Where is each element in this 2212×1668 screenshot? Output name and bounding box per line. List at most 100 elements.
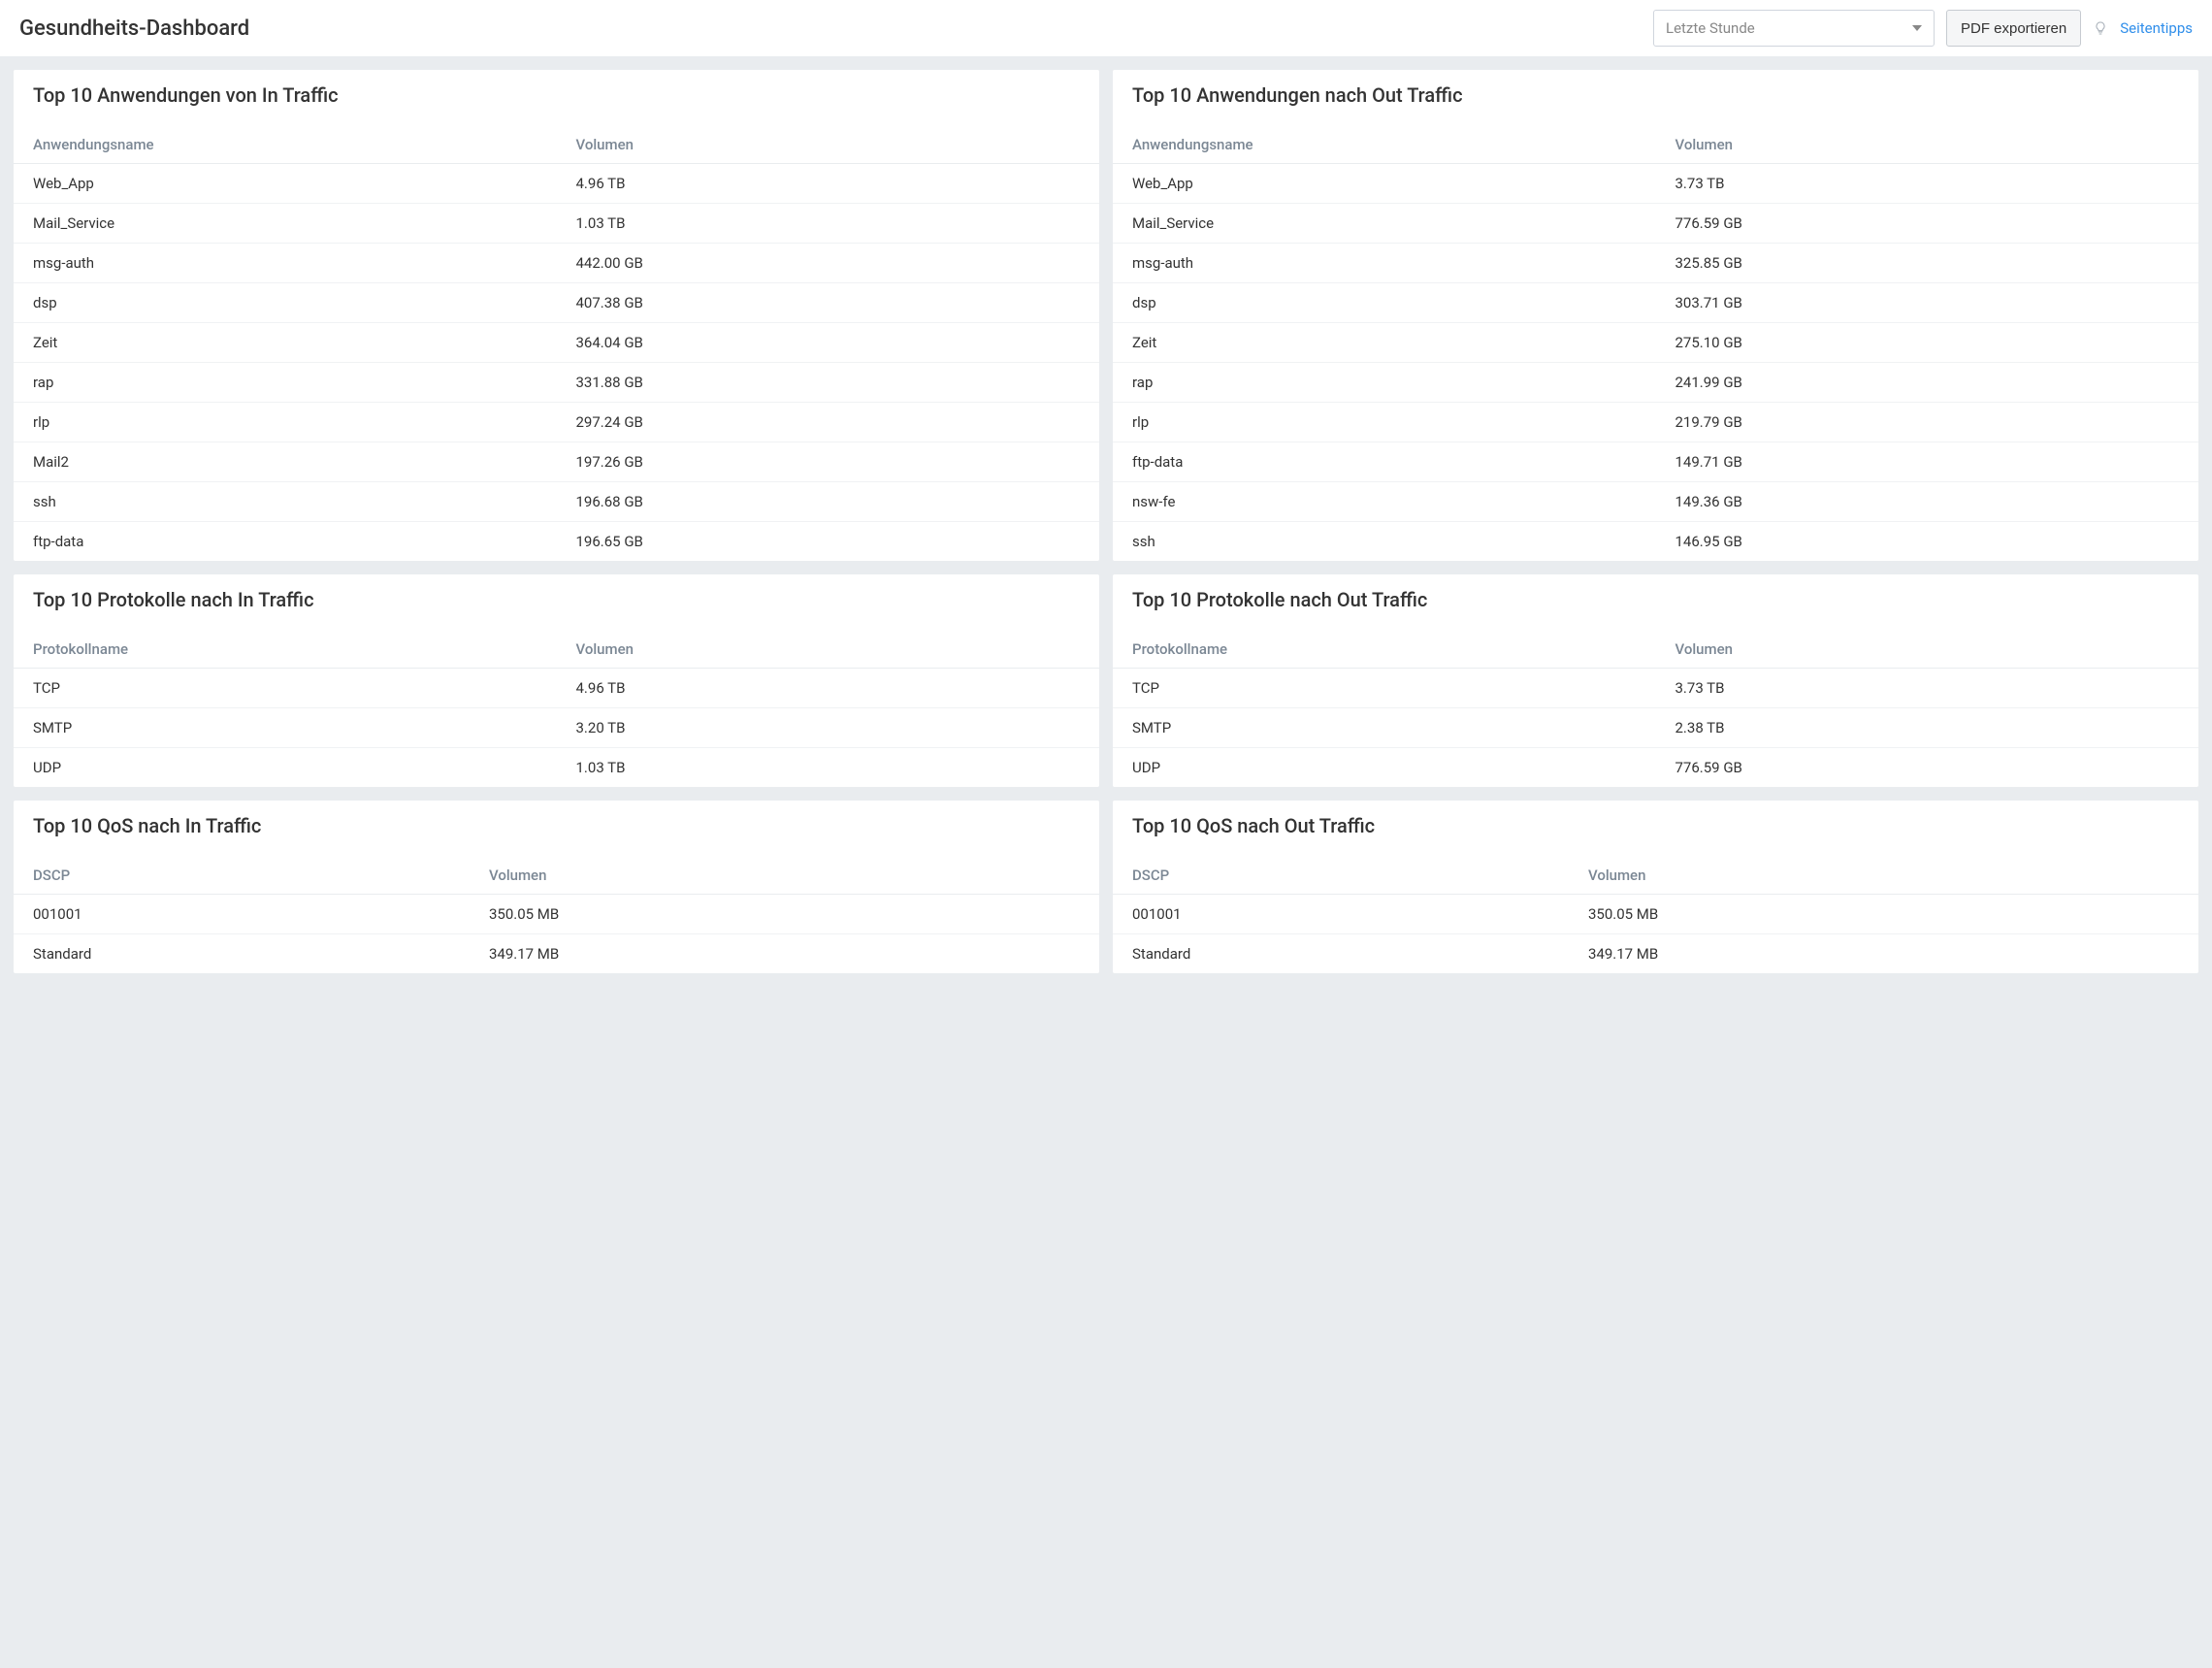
table-header-name[interactable]: DSCP (1113, 857, 1569, 895)
table-row[interactable]: SMTP3.20 TB (14, 708, 1099, 748)
cell-volume: 350.05 MB (1569, 895, 2198, 934)
table-row[interactable]: nsw-fe149.36 GB (1113, 482, 2198, 522)
table-header-volume[interactable]: Volumen (470, 857, 1099, 895)
cell-volume: 2.38 TB (1656, 708, 2199, 748)
table-apps-out: Anwendungsname Volumen Web_App3.73 TBMai… (1113, 126, 2198, 561)
table-proto-in: Protokollname Volumen TCP4.96 TBSMTP3.20… (14, 631, 1099, 787)
cell-name: dsp (14, 283, 557, 323)
cell-name: Mail_Service (1113, 204, 1656, 244)
cell-volume: 407.38 GB (557, 283, 1100, 323)
cell-name: rap (14, 363, 557, 403)
table-row[interactable]: SMTP2.38 TB (1113, 708, 2198, 748)
cell-volume: 1.03 TB (557, 748, 1100, 788)
table-row[interactable]: Zeit364.04 GB (14, 323, 1099, 363)
cell-name: Standard (14, 934, 470, 974)
export-pdf-button[interactable]: PDF exportieren (1946, 10, 2081, 47)
cell-name: 001001 (14, 895, 470, 934)
cell-name: UDP (1113, 748, 1656, 788)
table-row[interactable]: rap241.99 GB (1113, 363, 2198, 403)
table-header-volume[interactable]: Volumen (1656, 126, 2199, 164)
cell-volume: 349.17 MB (1569, 934, 2198, 974)
table-header-name[interactable]: Anwendungsname (1113, 126, 1656, 164)
table-header-volume[interactable]: Volumen (1656, 631, 2199, 669)
cell-name: ftp-data (1113, 442, 1656, 482)
cell-name: ftp-data (14, 522, 557, 562)
table-row[interactable]: rap331.88 GB (14, 363, 1099, 403)
cell-name: ssh (1113, 522, 1656, 562)
table-row[interactable]: ssh146.95 GB (1113, 522, 2198, 562)
cell-name: SMTP (1113, 708, 1656, 748)
cell-name: TCP (1113, 669, 1656, 708)
table-row[interactable]: ssh196.68 GB (14, 482, 1099, 522)
table-qos-out: DSCP Volumen 001001350.05 MBStandard349.… (1113, 857, 2198, 973)
table-row[interactable]: TCP3.73 TB (1113, 669, 2198, 708)
cell-volume: 4.96 TB (557, 164, 1100, 204)
panel-proto-out: Top 10 Protokolle nach Out Traffic Proto… (1113, 574, 2198, 787)
table-row[interactable]: rlp219.79 GB (1113, 403, 2198, 442)
page-tips-link[interactable]: Seitentipps (2120, 19, 2193, 37)
table-row[interactable]: msg-auth325.85 GB (1113, 244, 2198, 283)
table-row[interactable]: Standard349.17 MB (14, 934, 1099, 974)
panel-qos-in: Top 10 QoS nach In Traffic DSCP Volumen … (14, 801, 1099, 973)
cell-name: Zeit (14, 323, 557, 363)
cell-volume: 1.03 TB (557, 204, 1100, 244)
table-header-name[interactable]: Protokollname (1113, 631, 1656, 669)
table-row[interactable]: ftp-data149.71 GB (1113, 442, 2198, 482)
cell-name: 001001 (1113, 895, 1569, 934)
cell-name: Web_App (14, 164, 557, 204)
cell-volume: 196.68 GB (557, 482, 1100, 522)
table-header-name[interactable]: Anwendungsname (14, 126, 557, 164)
cell-volume: 4.96 TB (557, 669, 1100, 708)
table-row[interactable]: Mail_Service776.59 GB (1113, 204, 2198, 244)
table-row[interactable]: Standard349.17 MB (1113, 934, 2198, 974)
table-row[interactable]: UDP1.03 TB (14, 748, 1099, 788)
cell-volume: 442.00 GB (557, 244, 1100, 283)
table-row[interactable]: msg-auth442.00 GB (14, 244, 1099, 283)
table-header-name[interactable]: DSCP (14, 857, 470, 895)
table-row[interactable]: TCP4.96 TB (14, 669, 1099, 708)
table-row[interactable]: Web_App4.96 TB (14, 164, 1099, 204)
cell-volume: 146.95 GB (1656, 522, 2199, 562)
table-row[interactable]: Mail_Service1.03 TB (14, 204, 1099, 244)
cell-volume: 350.05 MB (470, 895, 1099, 934)
panel-title: Top 10 QoS nach In Traffic (33, 814, 1080, 837)
time-range-value: Letzte Stunde (1666, 19, 1755, 37)
cell-volume: 196.65 GB (557, 522, 1100, 562)
cell-volume: 149.36 GB (1656, 482, 2199, 522)
table-row[interactable]: Zeit275.10 GB (1113, 323, 2198, 363)
table-row[interactable]: dsp407.38 GB (14, 283, 1099, 323)
table-header-volume[interactable]: Volumen (557, 631, 1100, 669)
panel-proto-in: Top 10 Protokolle nach In Traffic Protok… (14, 574, 1099, 787)
table-row[interactable]: 001001350.05 MB (14, 895, 1099, 934)
table-row[interactable]: UDP776.59 GB (1113, 748, 2198, 788)
cell-volume: 241.99 GB (1656, 363, 2199, 403)
cell-volume: 3.73 TB (1656, 164, 2199, 204)
table-row[interactable]: rlp297.24 GB (14, 403, 1099, 442)
cell-volume: 297.24 GB (557, 403, 1100, 442)
cell-name: TCP (14, 669, 557, 708)
cell-volume: 325.85 GB (1656, 244, 2199, 283)
cell-name: SMTP (14, 708, 557, 748)
cell-name: Web_App (1113, 164, 1656, 204)
lightbulb-icon (2093, 20, 2108, 36)
table-header-volume[interactable]: Volumen (557, 126, 1100, 164)
cell-name: Mail2 (14, 442, 557, 482)
table-row[interactable]: Mail2197.26 GB (14, 442, 1099, 482)
panel-apps-in: Top 10 Anwendungen von In Traffic Anwend… (14, 70, 1099, 561)
cell-volume: 776.59 GB (1656, 748, 2199, 788)
table-row[interactable]: 001001350.05 MB (1113, 895, 2198, 934)
cell-volume: 3.20 TB (557, 708, 1100, 748)
cell-volume: 149.71 GB (1656, 442, 2199, 482)
page-title: Gesundheits-Dashboard (19, 16, 1642, 41)
panel-qos-out: Top 10 QoS nach Out Traffic DSCP Volumen… (1113, 801, 2198, 973)
table-header-name[interactable]: Protokollname (14, 631, 557, 669)
dashboard-grid: Top 10 Anwendungen von In Traffic Anwend… (0, 56, 2212, 987)
cell-volume: 197.26 GB (557, 442, 1100, 482)
table-qos-in: DSCP Volumen 001001350.05 MBStandard349.… (14, 857, 1099, 973)
table-row[interactable]: dsp303.71 GB (1113, 283, 2198, 323)
time-range-select[interactable]: Letzte Stunde (1653, 10, 1935, 47)
cell-name: dsp (1113, 283, 1656, 323)
table-row[interactable]: Web_App3.73 TB (1113, 164, 2198, 204)
table-header-volume[interactable]: Volumen (1569, 857, 2198, 895)
table-row[interactable]: ftp-data196.65 GB (14, 522, 1099, 562)
